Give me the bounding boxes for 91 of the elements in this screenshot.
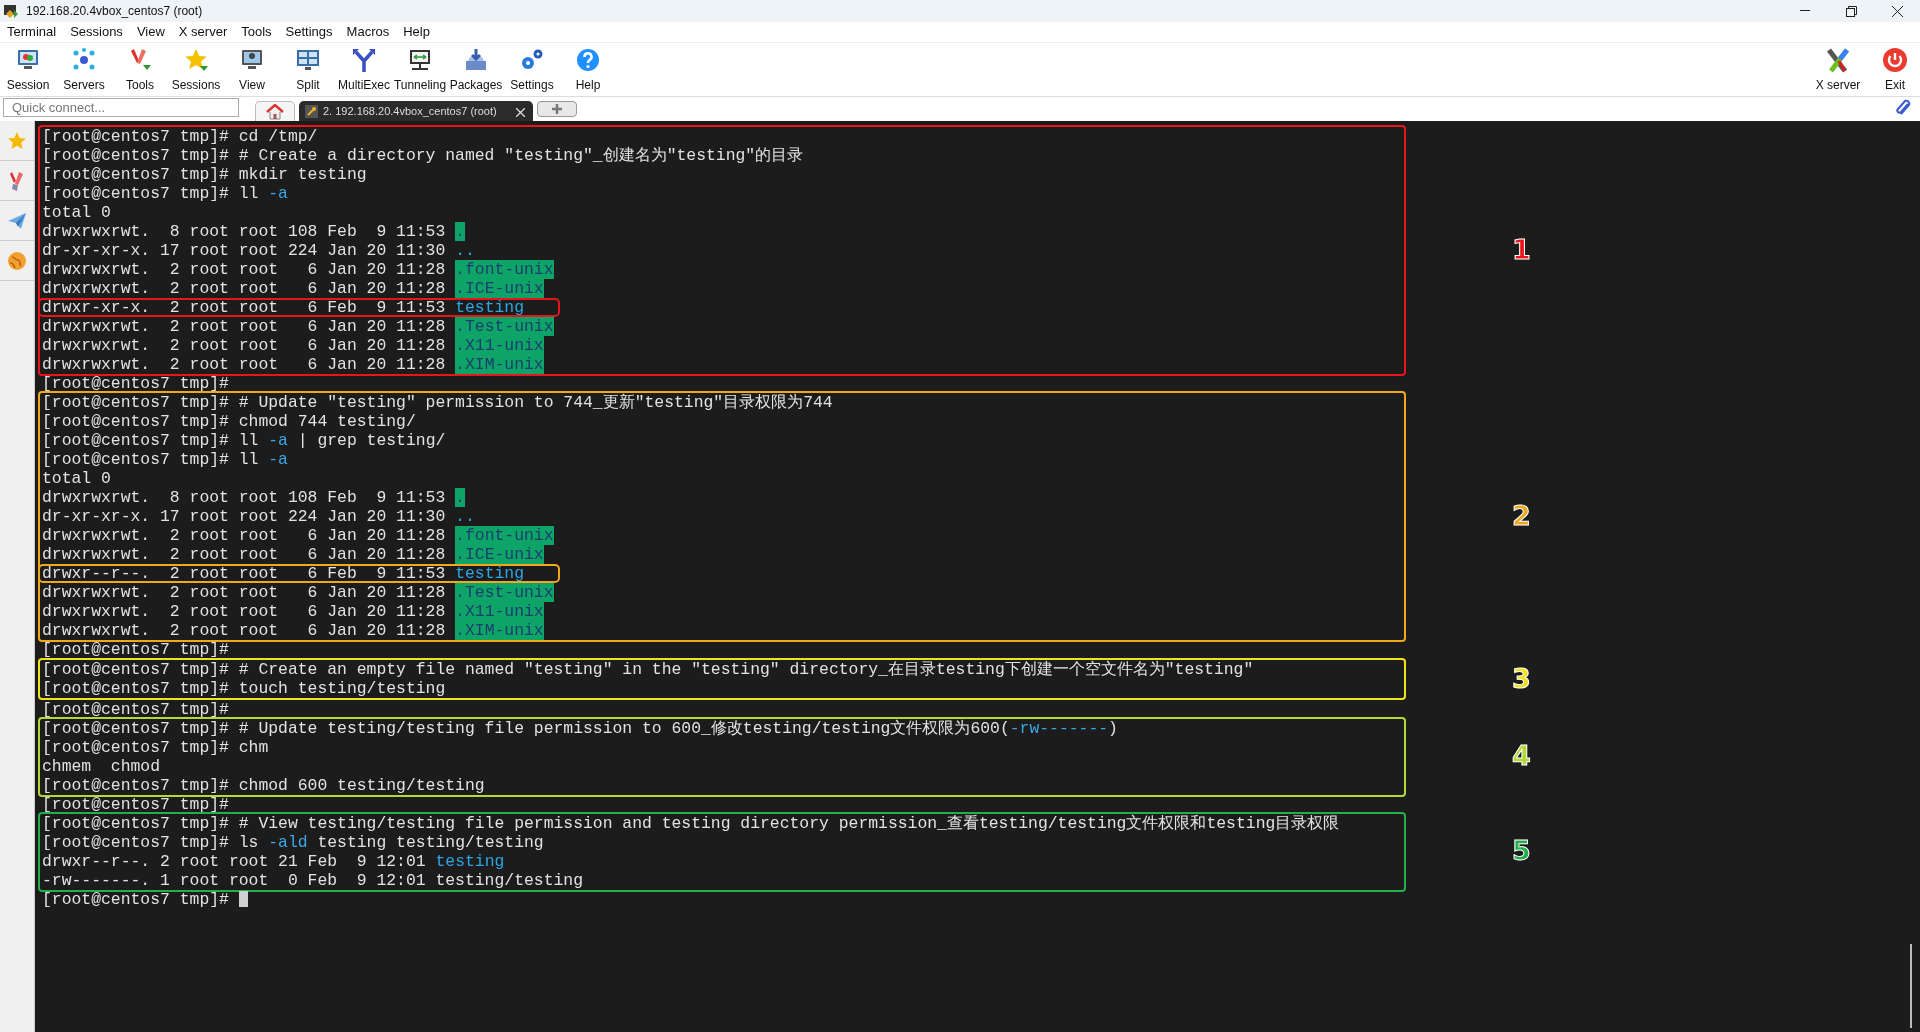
terminal-line: dr-xr-xr-x. 17 root root 224 Jan 20 11:30 .. (42, 241, 475, 260)
terminal-line: drwxrwxrwt. 2 root root 6 Jan 20 11:28 .ICE-unix (42, 545, 544, 564)
terminal-line: [root@centos7 tmp]# # Update "testing" permission to 744_更新"testing"目录权限为744 (42, 393, 833, 412)
toolbar-button[interactable]: Sessions (168, 43, 224, 96)
star-icon (183, 47, 209, 73)
step-number: 3 (1512, 662, 1531, 696)
terminal-line: drwxrwxrwt. 2 root root 6 Jan 20 11:28 .font-unix (42, 260, 554, 279)
terminal-line: [root@centos7 tmp]# ll -a | grep testing/ (42, 431, 446, 450)
menu-item[interactable]: Help (396, 22, 437, 42)
terminal-line: drwxrwxrwt. 2 root root 6 Jan 20 11:28 .font-unix (42, 526, 554, 545)
terminal-line: [root@centos7 tmp]# (42, 640, 229, 659)
toolbar-button[interactable]: Help (560, 43, 616, 96)
terminal-line: [root@centos7 tmp]# chmod 600 testing/testing (42, 775, 485, 795)
terminal-line: [root@centos7 tmp]# ls -ald testing testing/testing (42, 832, 544, 852)
menu-item[interactable]: Sessions (63, 22, 130, 42)
toolbar-button[interactable]: Split (280, 43, 336, 96)
menu-item[interactable]: Terminal (0, 22, 64, 42)
menu-item[interactable]: Settings (278, 22, 340, 42)
terminal-line: [root@centos7 tmp]# chm (42, 737, 269, 757)
menu-item[interactable]: View (129, 22, 172, 42)
terminal-line: [root@centos7 tmp]# ll -a (42, 450, 288, 469)
toolbar-button[interactable]: X server (1806, 43, 1870, 96)
terminal-line: drwxrwxrwt. 2 root root 6 Jan 20 11:28 .XIM-unix (42, 355, 544, 374)
terminal-line: drwxrwxrwt. 2 root root 6 Jan 20 11:28 .XIM-unix (42, 621, 544, 640)
toolbar-button[interactable]: MultiExec (336, 43, 392, 96)
terminal-line: drwxrwxrwt. 2 root root 6 Jan 20 11:28 .ICE-unix (42, 279, 544, 298)
terminal-line: -rw-------. 1 root root 0 Feb 9 12:01 testing/testing (42, 870, 583, 890)
home-tab[interactable] (255, 101, 295, 121)
terminal-line: drwxrwxrwt. 2 root root 6 Jan 20 11:28 .Test-unix (42, 583, 554, 602)
toolbar-button[interactable]: View (224, 43, 280, 96)
minimize-icon[interactable] (1800, 10, 1810, 12)
paper-plane-icon[interactable] (7, 211, 27, 230)
terminal-line: [root@centos7 tmp]# # Create a directory named "testing"_创建名为"testing"的目录 (42, 146, 804, 165)
toolbar-button[interactable]: Servers (56, 43, 112, 96)
window-title: 192.168.20.4vbox_centos7 (root) (26, 3, 203, 20)
toolbar-button[interactable]: Tools (112, 43, 168, 96)
split-screen-icon (295, 47, 321, 73)
terminal-line: [root@centos7 tmp]# # Create an empty file named "testing" in the "testing" directory_在目录testing下创建一个空文件名为"testing" (42, 660, 1254, 680)
terminal-line: drwxrwxrwt. 2 root root 6 Jan 20 11:28 .Test-unix (42, 317, 554, 336)
terminal-line: [root@centos7 tmp]# chmod 744 testing/ (42, 412, 416, 431)
step-number: 2 (1512, 499, 1531, 534)
new-tab-button[interactable] (536, 101, 577, 117)
step-number: 5 (1512, 834, 1531, 869)
terminal-line: [root@centos7 tmp]# # View testing/testing file permission and testing directory permission_查看testing/testing文件权限和testing目录权限 (42, 813, 1340, 833)
toolbar-button[interactable]: Exit (1870, 43, 1920, 96)
terminal-line: [root@centos7 tmp]# (42, 699, 229, 719)
quick-connect-field[interactable]: Quick connect... (3, 98, 239, 117)
terminal-line: drwxr--r--. 2 root root 6 Feb 9 11:53 testing (42, 564, 524, 583)
terminal-line: total 0 (42, 203, 111, 222)
step-number: 1 (1512, 233, 1531, 268)
terminal-line: [root@centos7 tmp]# (42, 374, 229, 393)
plus-icon (550, 103, 563, 115)
power-icon (1882, 47, 1908, 73)
toolbar-button[interactable]: Session (0, 43, 56, 96)
terminal-line: [root@centos7 tmp]# # Update testing/testing file permission to 600_修改testing/testing文件权限为600(-rw-------) (42, 718, 1118, 738)
globe-icon[interactable] (7, 250, 27, 271)
house-icon (266, 103, 284, 120)
terminal-line: [root@centos7 tmp]# (42, 794, 229, 814)
menu-item[interactable]: X server (171, 22, 235, 42)
terminal-line: [root@centos7 tmp]# mkdir testing (42, 165, 367, 184)
terminal-line: drwxrwxrwt. 8 root root 108 Feb 9 11:53 . (42, 488, 465, 507)
terminal-line: drwxr--r--. 2 root root 21 Feb 9 12:01 testing (42, 851, 505, 871)
menu-item[interactable]: Macros (339, 22, 397, 42)
terminal-line: [root@centos7 tmp]# cd /tmp/ (42, 127, 318, 146)
help-icon (575, 47, 601, 73)
star-icon[interactable] (7, 130, 27, 151)
app-icon (4, 4, 18, 18)
terminal-line: [root@centos7 tmp]# ll -a (42, 184, 288, 203)
fork-arrow-icon (351, 47, 377, 73)
step-number: 4 (1512, 739, 1531, 774)
terminal-line: drwxrwxrwt. 8 root root 108 Feb 9 11:53 . (42, 222, 465, 241)
x-letters-icon (1825, 47, 1851, 73)
key-icon (305, 104, 318, 118)
terminal-line: [root@centos7 tmp]# (42, 889, 230, 909)
terminal-line: chmem chmod (42, 756, 161, 776)
terminal-line: dr-xr-xr-x. 17 root root 224 Jan 20 11:30 .. (42, 507, 475, 526)
toolbar-button[interactable]: Packages (448, 43, 504, 96)
terminal-line: total 0 (42, 469, 111, 488)
scrollbar-thumb[interactable] (1910, 944, 1912, 1028)
maximize-icon[interactable] (1845, 5, 1857, 17)
download-box-icon (463, 47, 489, 73)
terminal-line: [root@centos7 tmp]# touch testing/testing (42, 679, 446, 699)
menu-item[interactable]: Tools (234, 22, 279, 42)
toolbar-button[interactable]: Tunneling (392, 43, 448, 96)
session-tab[interactable]: 2. 192.168.20.4vbox_centos7 (root) (299, 101, 533, 121)
terminal-line: drwxrwxrwt. 2 root root 6 Jan 20 11:28 .X11-unix (42, 336, 544, 355)
terminal-line: drwxr-xr-x. 2 root root 6 Feb 9 11:53 testing (42, 298, 524, 317)
paperclip-icon[interactable] (1894, 99, 1912, 117)
close-icon[interactable] (1891, 5, 1903, 17)
toolbar-button[interactable]: Settings (504, 43, 560, 96)
terminal-line: drwxrwxrwt. 2 root root 6 Jan 20 11:28 .X11-unix (42, 602, 544, 621)
